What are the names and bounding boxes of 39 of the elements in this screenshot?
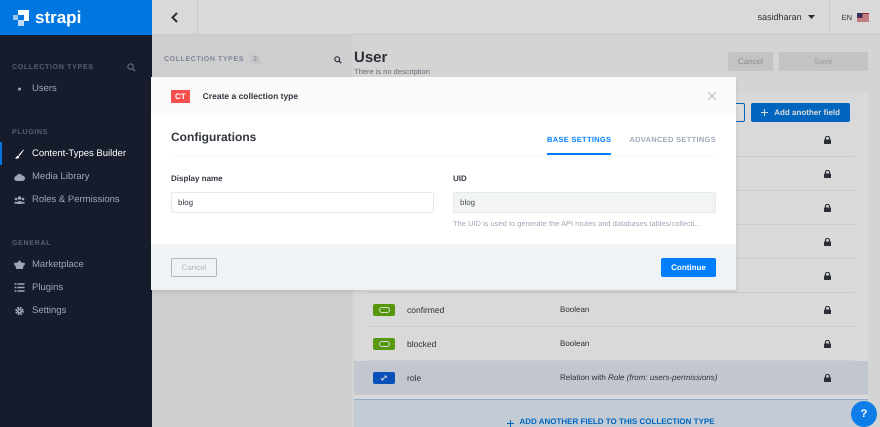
add-field-button[interactable]: Add another field <box>751 103 850 122</box>
brand-name: strapi <box>35 8 82 28</box>
sidebar-item[interactable]: Plugins <box>0 276 152 299</box>
page-title: User <box>354 49 388 67</box>
field-type: Boolean <box>560 339 590 348</box>
input-field[interactable]: blog <box>171 192 434 213</box>
sidebar-item[interactable]: Roles & Permissions <box>0 188 152 211</box>
field-type: Relation with Role (from: users-permissions) <box>560 373 718 382</box>
field-type: Boolean <box>560 305 590 314</box>
field-label: Display name <box>171 174 224 183</box>
flag-icon <box>857 12 869 22</box>
chevron-left-icon <box>171 12 178 22</box>
toggle-icon <box>373 304 395 316</box>
basket-icon <box>14 260 25 269</box>
field-name: role <box>407 372 422 382</box>
sidebar-item[interactable]: Users <box>0 77 152 100</box>
continue-button[interactable]: Continue <box>661 258 716 276</box>
plus-icon <box>761 109 768 116</box>
link-icon <box>373 372 395 384</box>
sidebar-item[interactable]: Settings <box>0 299 152 322</box>
content-type-badge: CT <box>171 90 190 102</box>
search-icon[interactable] <box>334 56 342 64</box>
caret-icon <box>808 15 815 19</box>
brush-icon <box>14 148 25 158</box>
field-name: blocked <box>407 338 438 348</box>
modal-heading: Configurations <box>171 130 256 144</box>
toggle-icon <box>373 338 395 350</box>
plus-icon <box>507 420 514 427</box>
cloud-icon <box>14 172 25 180</box>
sidebar-item[interactable]: Media Library <box>0 165 152 188</box>
strapi-logo-icon <box>12 8 30 26</box>
list-icon <box>14 283 25 292</box>
modal-title: Create a collection type <box>202 91 298 101</box>
users-icon <box>14 196 25 204</box>
settings-icon <box>14 306 25 316</box>
sidebar-item[interactable]: Marketplace <box>0 253 152 276</box>
close-icon[interactable] <box>708 92 716 100</box>
field-label: UID <box>453 174 468 183</box>
field-name: confirmed <box>407 304 446 314</box>
